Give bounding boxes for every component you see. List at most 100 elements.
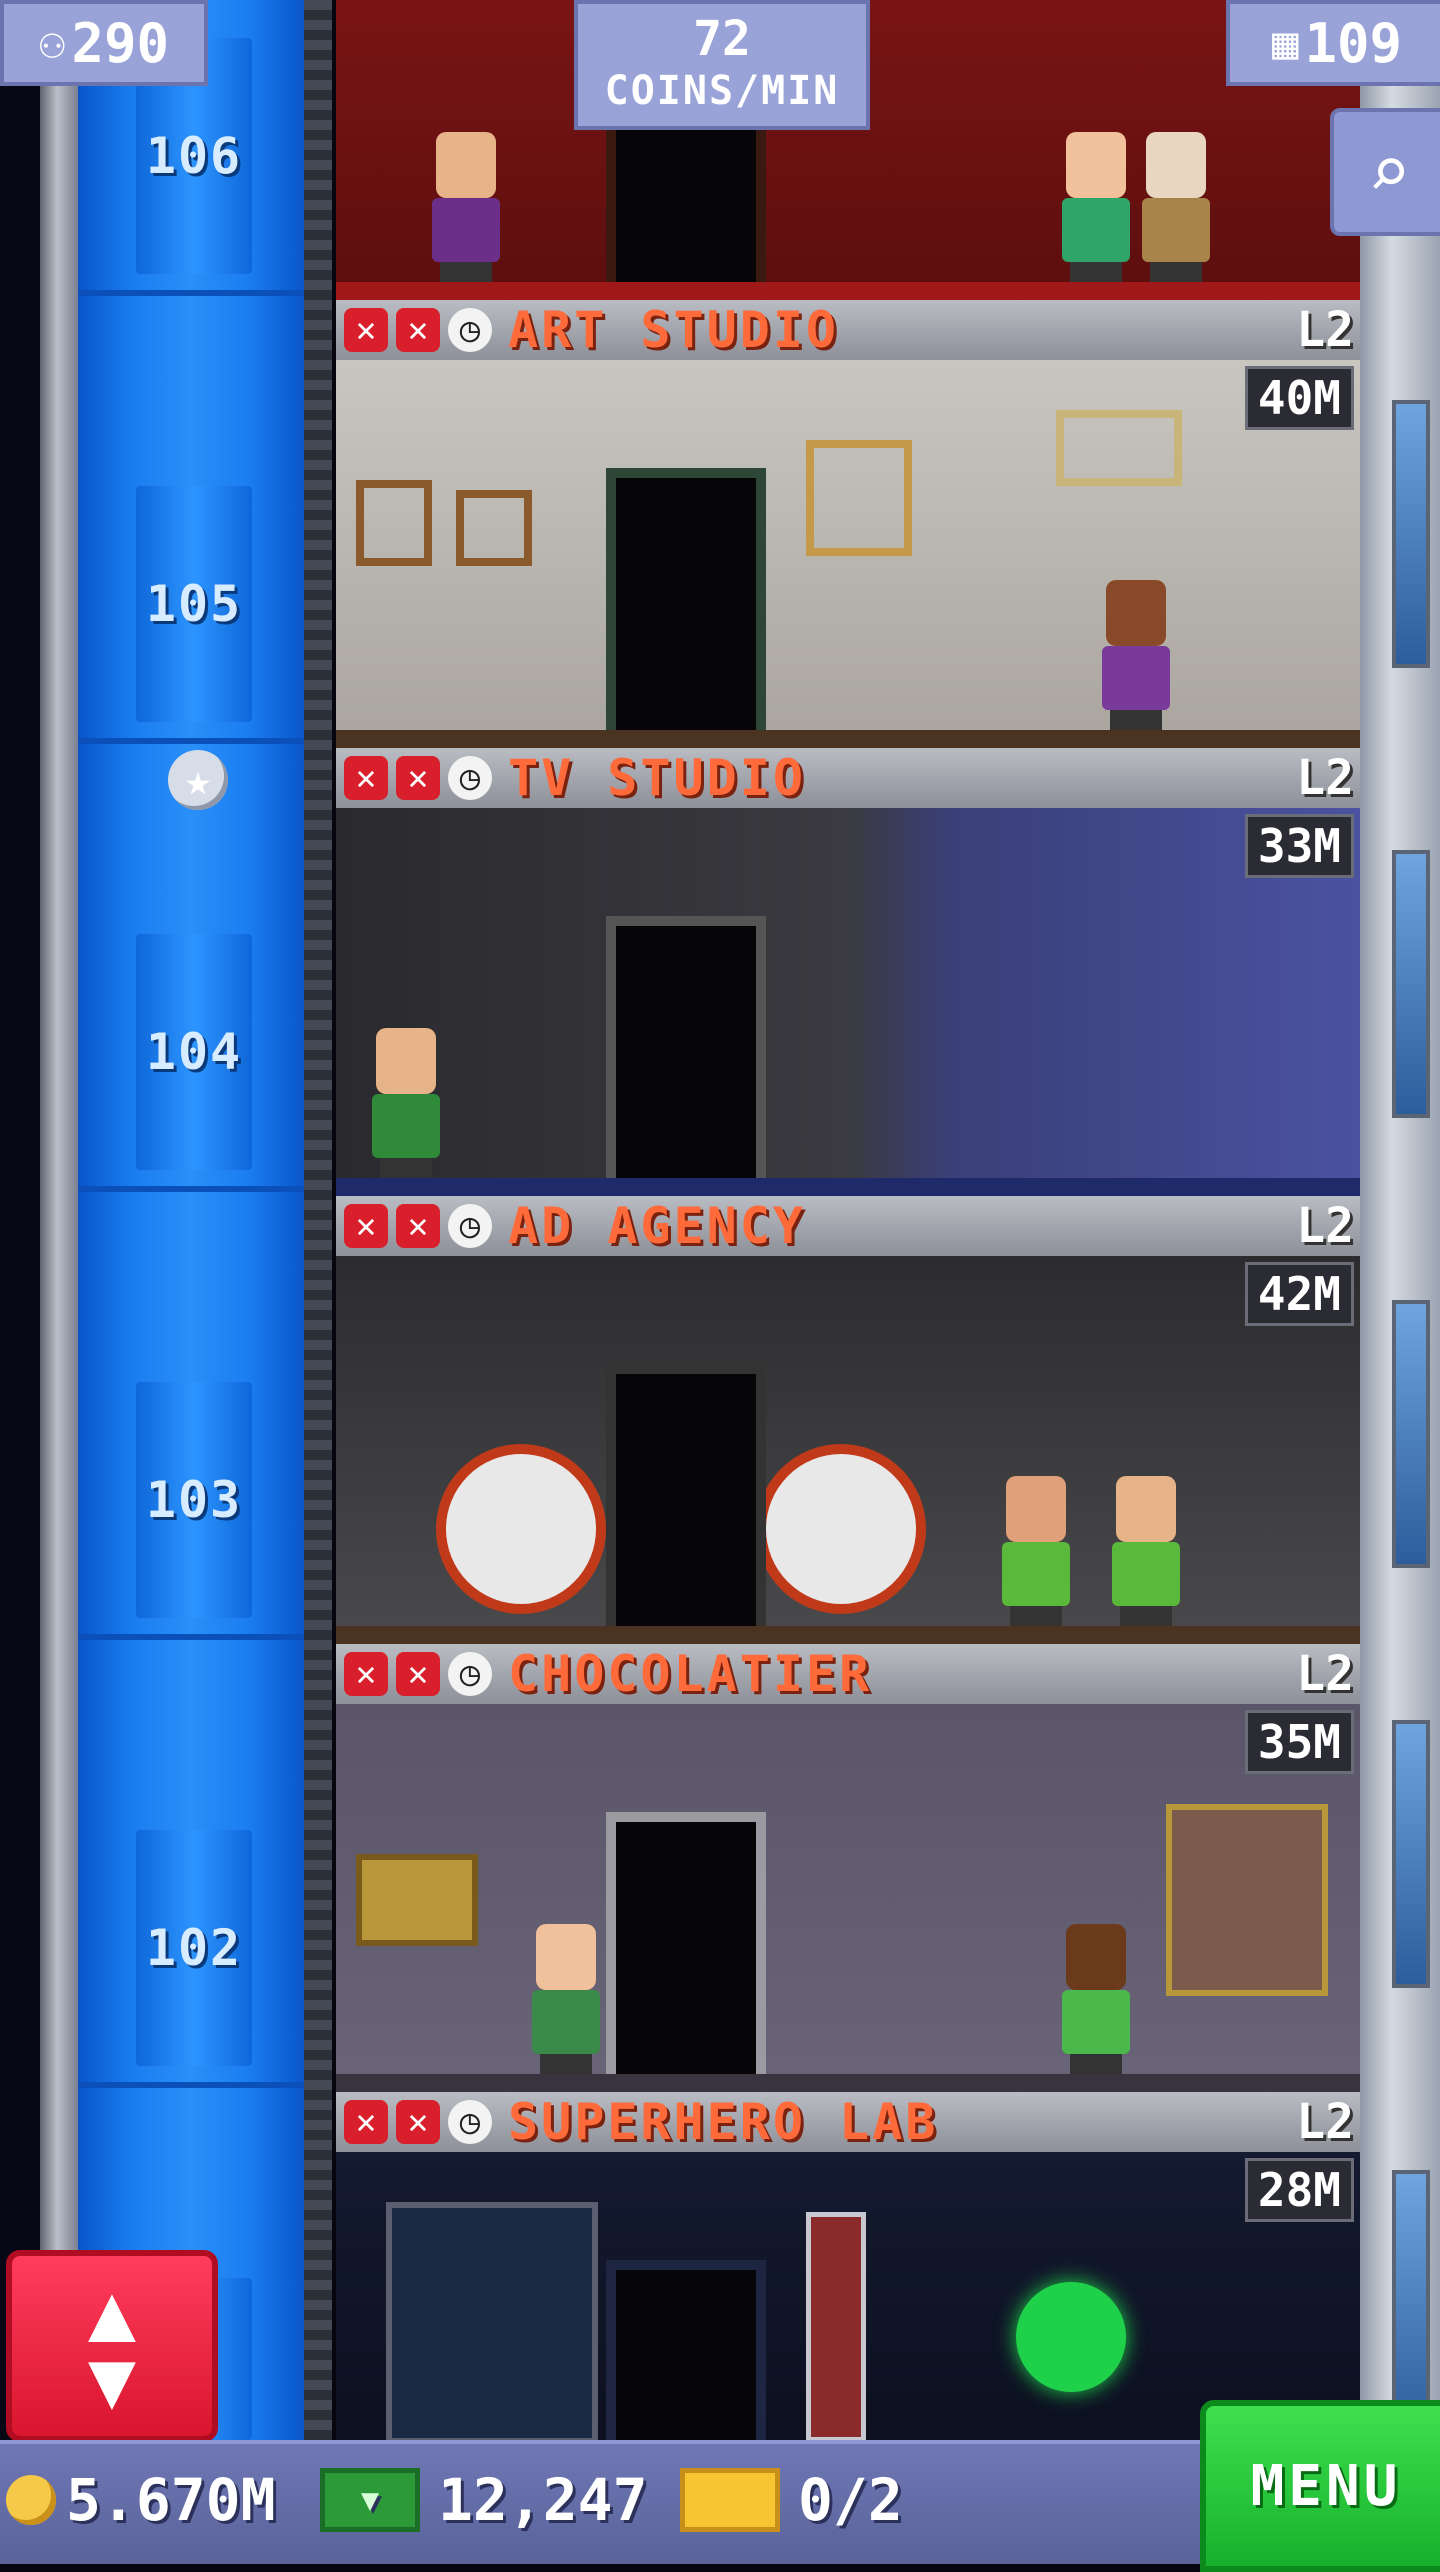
resident[interactable]	[526, 1924, 606, 2074]
dna-tube	[806, 2212, 866, 2440]
clock-icon: ◷	[448, 308, 492, 352]
exterior-window	[1392, 400, 1430, 668]
shaft-divider	[78, 1186, 304, 1192]
room-door	[606, 1364, 766, 1644]
room-header-tv-studio[interactable]: ✕ ✕ ◷ TV STUDIO L2	[336, 748, 1360, 808]
exterior-window	[1392, 1300, 1430, 1568]
close-status-icon: ✕	[396, 756, 440, 800]
menu-button[interactable]: MENU	[1200, 2400, 1440, 2572]
room-header-art-studio[interactable]: ✕ ✕ ◷ ART STUDIO L2	[336, 300, 1360, 360]
resident[interactable]	[1056, 132, 1136, 282]
close-status-icon: ✕	[344, 1204, 388, 1248]
room-header-superhero-lab[interactable]: ✕ ✕ ◷ SUPERHERO LAB L2	[336, 2092, 1360, 2152]
room-level: L2	[1296, 302, 1354, 358]
chocolate-pot	[356, 1854, 478, 1946]
room-floor	[336, 730, 1360, 748]
painting	[356, 480, 432, 566]
room-door	[606, 2260, 766, 2440]
tickets-value: 0/2	[798, 2466, 903, 2534]
floor-number-102[interactable]: 102	[136, 1830, 252, 2066]
clock-icon: ◷	[448, 1204, 492, 1248]
painting	[806, 440, 912, 556]
shaft-divider	[78, 1634, 304, 1640]
coins-per-min-value: 72	[693, 11, 751, 67]
exterior-window	[1392, 2170, 1430, 2438]
room-door	[606, 1812, 766, 2092]
resident[interactable]	[1106, 1476, 1186, 1626]
space-background	[0, 0, 40, 2560]
resident[interactable]	[1136, 132, 1216, 282]
room-timer: 33M	[1244, 814, 1354, 878]
blueprint-poster	[386, 2202, 598, 2440]
room-name: ART STUDIO	[508, 301, 840, 359]
magnifier-icon: ⌕	[1367, 130, 1411, 214]
painting	[1056, 410, 1182, 486]
room-name: AD AGENCY	[508, 1197, 806, 1255]
room-timer: 40M	[1244, 366, 1354, 430]
shaft-divider	[78, 2082, 304, 2088]
room-body-superhero-lab[interactable]: 28M	[336, 2152, 1360, 2440]
floor-number-105[interactable]: 105	[136, 486, 252, 722]
clock-icon: ◷	[448, 2100, 492, 2144]
exterior-window	[1392, 850, 1430, 1118]
room-timer: 28M	[1244, 2158, 1354, 2222]
floor-number-104[interactable]: 104	[136, 934, 252, 1170]
room-name: SUPERHERO LAB	[508, 2093, 939, 2151]
room-body-ad-agency[interactable]: 42M	[336, 1256, 1360, 1644]
building-icon: ▦	[1271, 17, 1299, 69]
chocolate-tank	[1166, 1804, 1328, 1996]
shaft-divider	[78, 290, 304, 296]
floors-counter[interactable]: ▦ 109	[1226, 0, 1440, 86]
room-floor	[336, 282, 1360, 300]
search-button[interactable]: ⌕	[1330, 108, 1440, 236]
close-status-icon: ✕	[396, 1652, 440, 1696]
elevator-rail	[40, 0, 78, 2560]
room-header-chocolatier[interactable]: ✕ ✕ ◷ CHOCOLATIER L2	[336, 1644, 1360, 1704]
tower-bux-value: 12,247	[438, 2466, 648, 2534]
egg-chair	[436, 1444, 606, 1614]
close-status-icon: ✕	[344, 2100, 388, 2144]
room-body-chocolatier[interactable]: 35M	[336, 1704, 1360, 2092]
painting	[456, 490, 532, 566]
coins-value: 5.670M	[66, 2466, 276, 2534]
room-header-ad-agency[interactable]: ✕ ✕ ◷ AD AGENCY L2	[336, 1196, 1360, 1256]
population-value: 290	[71, 11, 170, 75]
exterior-window	[1392, 1720, 1430, 1988]
star-icon[interactable]: ★	[168, 750, 228, 810]
close-status-icon: ✕	[396, 2100, 440, 2144]
room-timer: 35M	[1244, 1710, 1354, 1774]
shaft-edge	[304, 0, 332, 2440]
clock-icon: ◷	[448, 1652, 492, 1696]
room-level: L2	[1296, 1646, 1354, 1702]
tower-bux-icon: ▼	[320, 2468, 420, 2532]
room-level: L2	[1296, 750, 1354, 806]
room-body-tv-studio[interactable]: 33M	[336, 808, 1360, 1196]
close-status-icon: ✕	[344, 756, 388, 800]
close-status-icon: ✕	[344, 308, 388, 352]
resident[interactable]	[1096, 580, 1176, 730]
egg-chair	[756, 1444, 926, 1614]
shaft-divider	[78, 738, 304, 744]
room-floor	[336, 1178, 1360, 1196]
resident[interactable]	[366, 1028, 446, 1178]
elevator-shaft	[78, 0, 304, 2440]
clock-icon: ◷	[448, 756, 492, 800]
coin-icon	[6, 2475, 56, 2525]
tower-bux-display[interactable]: ▼ 12,247	[320, 2440, 648, 2560]
floors-value: 109	[1304, 11, 1403, 75]
resident[interactable]	[1056, 1924, 1136, 2074]
room-floor	[336, 1626, 1360, 1644]
room-level: L2	[1296, 2094, 1354, 2150]
tickets-display[interactable]: 0/2	[680, 2440, 903, 2560]
coins-display[interactable]: 5.670M	[6, 2440, 276, 2560]
floor-number-103[interactable]: 103	[136, 1382, 252, 1618]
close-status-icon: ✕	[396, 1204, 440, 1248]
room-body-art-studio[interactable]: 40M	[336, 360, 1360, 748]
coins-per-min-label: COINS/MIN	[604, 68, 840, 114]
population-counter[interactable]: ⚇ 290	[0, 0, 208, 86]
elevator-control-button[interactable]: ▲ ▼	[6, 2250, 218, 2442]
resident[interactable]	[426, 132, 506, 282]
resident[interactable]	[996, 1476, 1076, 1626]
coins-per-minute-panel[interactable]: 72 COINS/MIN	[574, 0, 870, 130]
room-level: L2	[1296, 1198, 1354, 1254]
